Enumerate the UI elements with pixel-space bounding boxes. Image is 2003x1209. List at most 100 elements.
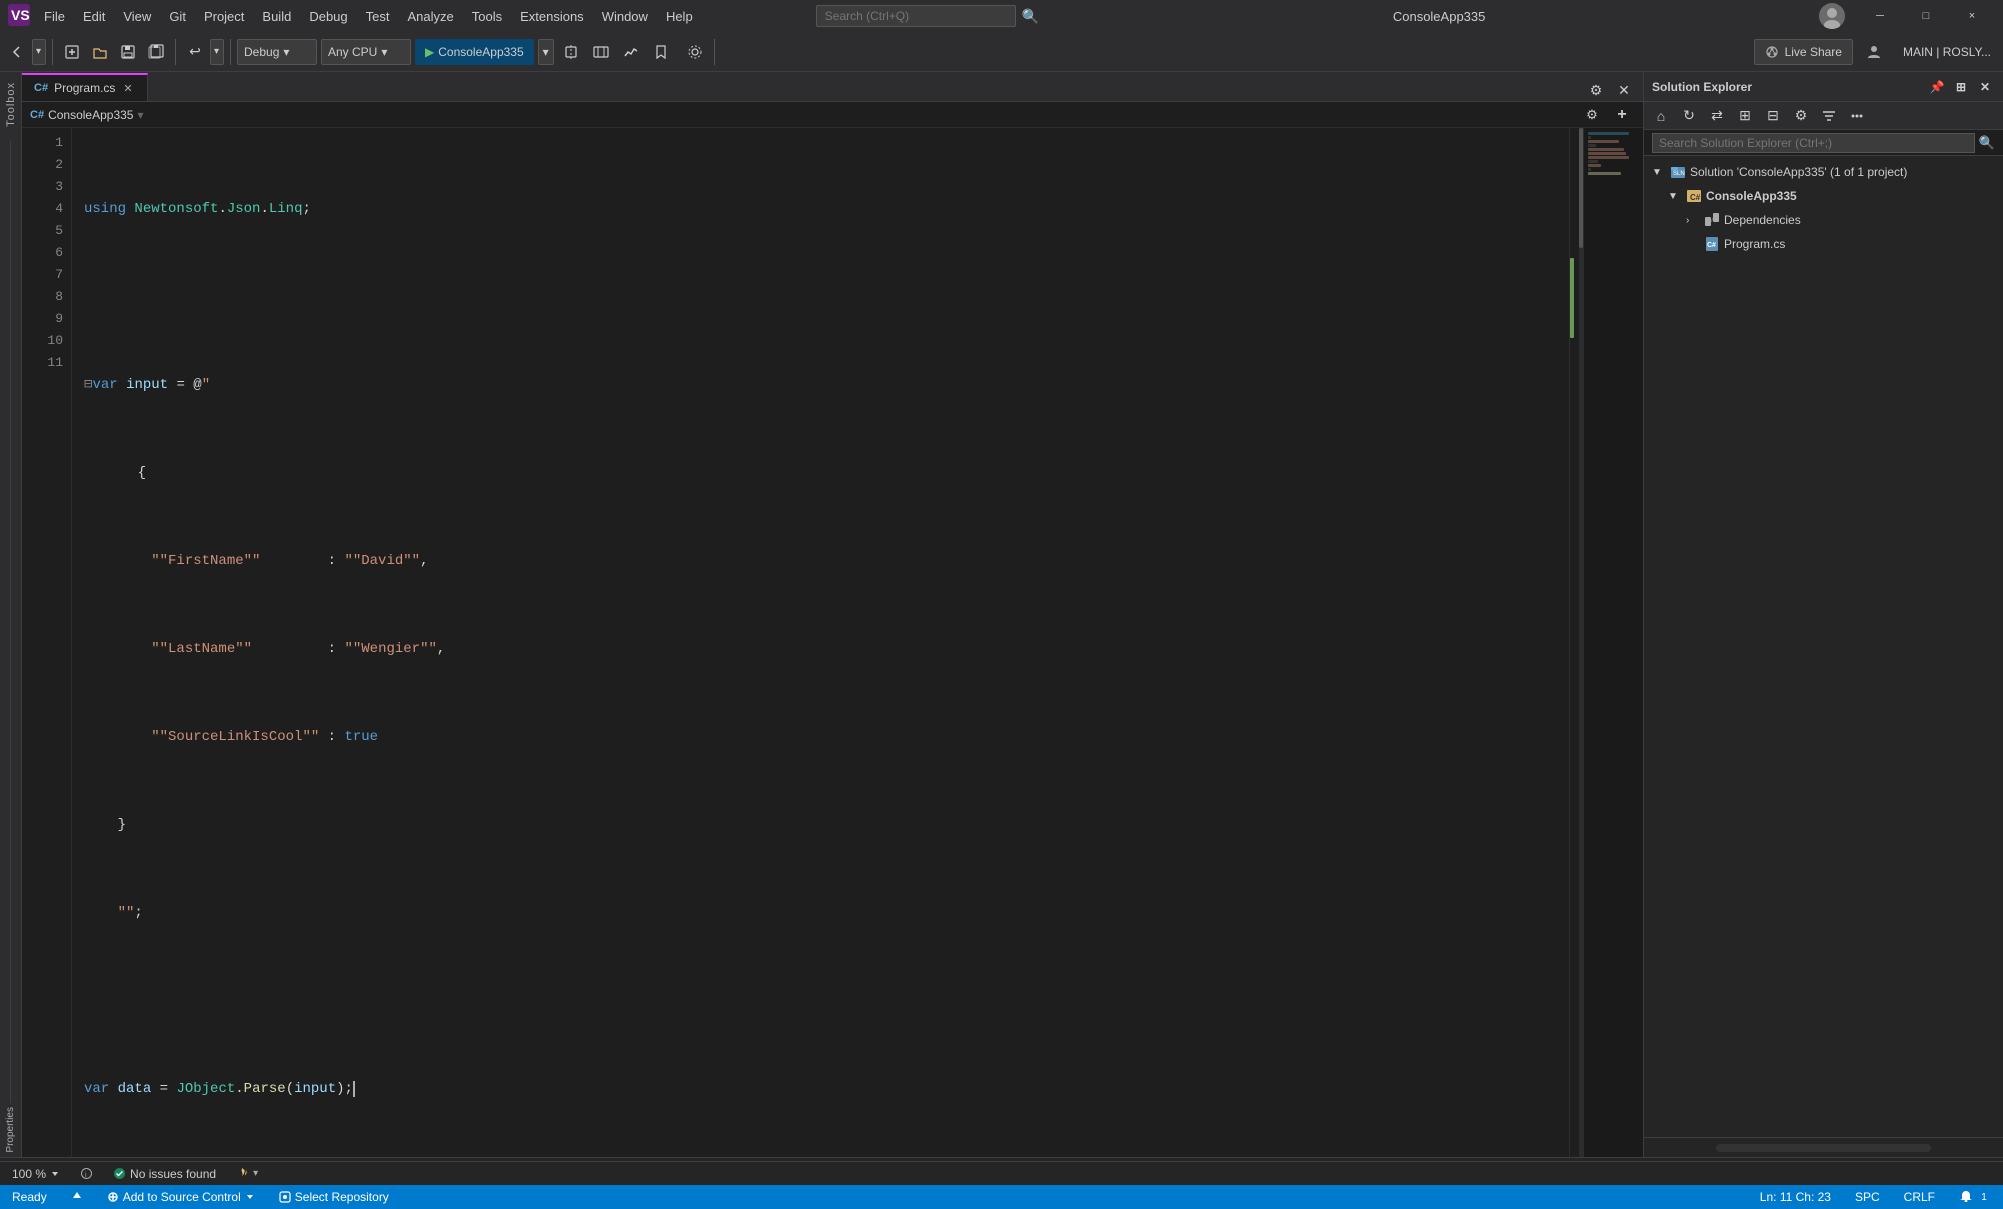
fire-button[interactable]: ▾ bbox=[232, 1165, 262, 1182]
run-dropdown[interactable]: ▾ bbox=[538, 39, 554, 65]
menu-build[interactable]: Build bbox=[254, 5, 299, 28]
save-all-button[interactable] bbox=[143, 39, 169, 65]
code-line-5: ""FirstName"" : ""David"", bbox=[84, 550, 1569, 572]
live-share-button[interactable]: Live Share bbox=[1754, 39, 1853, 65]
no-issues-indicator[interactable]: No issues found bbox=[109, 1165, 220, 1183]
toolbox-label[interactable]: Toolbox bbox=[5, 76, 17, 133]
code-content[interactable]: using Newtonsoft.Json.Linq; ⊟ var input … bbox=[72, 128, 1569, 1157]
line-num-7[interactable]: 7 bbox=[22, 264, 63, 286]
new-project-button[interactable] bbox=[59, 39, 85, 65]
undo-button[interactable]: ↩ bbox=[182, 39, 208, 65]
source-control-up-icon[interactable] bbox=[67, 1185, 87, 1209]
tab-close-all-button[interactable]: ✕ bbox=[1611, 79, 1637, 101]
code-line-8: } bbox=[84, 814, 1569, 836]
se-programcs-node[interactable]: C# Program.cs bbox=[1644, 232, 2003, 256]
undo-toolbar-group: ↩ ▾ bbox=[182, 39, 231, 65]
code-line-1: using Newtonsoft.Json.Linq; bbox=[84, 198, 1569, 220]
menu-window[interactable]: Window bbox=[594, 5, 656, 28]
zoom-dropdown-icon bbox=[50, 1169, 60, 1179]
menu-test[interactable]: Test bbox=[358, 5, 398, 28]
main-layout: Toolbox Properties C# Program.cs ✕ ⚙ ✕ C… bbox=[0, 72, 2003, 1157]
save-button[interactable] bbox=[115, 39, 141, 65]
bookmarks-button[interactable] bbox=[648, 39, 674, 65]
se-home-button[interactable]: ⌂ bbox=[1648, 103, 1674, 129]
perf-button[interactable] bbox=[618, 39, 644, 65]
line-num-11[interactable]: 11 bbox=[22, 352, 63, 374]
platform-dropdown[interactable]: Any CPU ▾ bbox=[321, 39, 411, 65]
menu-analyze[interactable]: Analyze bbox=[399, 5, 461, 28]
program-cs-tab[interactable]: C# Program.cs ✕ bbox=[22, 73, 148, 101]
line-num-10[interactable]: 10 bbox=[22, 330, 63, 352]
attach-button[interactable] bbox=[558, 39, 584, 65]
user-avatar[interactable] bbox=[1819, 3, 1845, 29]
open-project-button[interactable] bbox=[87, 39, 113, 65]
code-line-9: ""; bbox=[84, 902, 1569, 924]
menu-edit[interactable]: Edit bbox=[75, 5, 113, 28]
encoding-indicator[interactable]: SPC bbox=[1851, 1185, 1884, 1209]
line-col-indicator[interactable]: Ln: 11 Ch: 23 bbox=[1756, 1185, 1835, 1209]
collapse-arrow-3[interactable]: ⊟ bbox=[84, 374, 92, 396]
menu-extensions[interactable]: Extensions bbox=[512, 5, 592, 28]
se-close-button[interactable]: ✕ bbox=[1975, 77, 1995, 97]
menu-view[interactable]: View bbox=[115, 5, 159, 28]
title-search-input[interactable] bbox=[816, 5, 1016, 27]
breadcrumb-add-button[interactable]: + bbox=[1609, 102, 1635, 128]
se-search-input[interactable] bbox=[1652, 133, 1975, 153]
debug-config-dropdown[interactable]: Debug ▾ bbox=[237, 39, 317, 65]
se-sync-button[interactable]: ⇄ bbox=[1704, 103, 1730, 129]
se-expand-all-button[interactable]: ⊞ bbox=[1732, 103, 1758, 129]
se-solution-node[interactable]: ▼ SLN Solution 'ConsoleApp335' (1 of 1 p… bbox=[1644, 160, 2003, 184]
add-to-source-control-button[interactable]: Add to Source Control bbox=[103, 1185, 259, 1209]
se-collapse-all-button[interactable]: ⊟ bbox=[1760, 103, 1786, 129]
search-icon: 🔍 bbox=[1022, 8, 1039, 25]
menu-debug[interactable]: Debug bbox=[301, 5, 355, 28]
notifications-button[interactable]: 1 bbox=[1955, 1185, 1995, 1209]
menu-file[interactable]: File bbox=[36, 5, 73, 28]
properties-label[interactable]: Properties bbox=[5, 1103, 16, 1157]
se-expand-button[interactable]: ⊞ bbox=[1951, 77, 1971, 97]
undo-dropdown[interactable]: ▾ bbox=[210, 39, 224, 65]
se-filter-button[interactable] bbox=[1816, 103, 1842, 129]
se-more-button[interactable] bbox=[1844, 103, 1870, 129]
menu-git[interactable]: Git bbox=[161, 5, 194, 28]
line-num-6[interactable]: 6 bbox=[22, 242, 63, 264]
se-project-node[interactable]: ▼ C# ConsoleApp335 bbox=[1644, 184, 2003, 208]
close-button[interactable]: × bbox=[1949, 0, 1995, 32]
people-icon[interactable] bbox=[1861, 39, 1887, 65]
back-dropdown[interactable]: ▾ bbox=[32, 39, 46, 65]
se-settings-button[interactable]: ⚙ bbox=[1788, 103, 1814, 129]
breadcrumb-settings-button[interactable]: ⚙ bbox=[1579, 102, 1605, 128]
line-num-9[interactable]: 9 bbox=[22, 308, 63, 330]
minimize-button[interactable]: ─ bbox=[1857, 0, 1903, 32]
nav-toolbar-group: ▾ bbox=[4, 39, 53, 65]
editor-scrollbar[interactable] bbox=[1569, 128, 1583, 1157]
spc-label: SPC bbox=[1855, 1190, 1880, 1204]
eol-indicator[interactable]: CRLF bbox=[1900, 1185, 1939, 1209]
line-num-2[interactable]: 2 bbox=[22, 154, 63, 176]
se-pin-button[interactable]: 📌 bbox=[1927, 77, 1947, 97]
tab-close-button[interactable]: ✕ bbox=[121, 81, 134, 96]
ready-status[interactable]: Ready bbox=[8, 1185, 51, 1209]
line-num-4[interactable]: 4 bbox=[22, 198, 63, 220]
line-num-5[interactable]: 5 bbox=[22, 220, 63, 242]
line-num-8[interactable]: 8 bbox=[22, 286, 63, 308]
device-button[interactable] bbox=[588, 39, 614, 65]
select-repository-button[interactable]: Select Repository bbox=[275, 1185, 393, 1209]
svg-text:C#: C# bbox=[1707, 242, 1716, 249]
menu-tools[interactable]: Tools bbox=[464, 5, 510, 28]
se-scrollbar[interactable] bbox=[1716, 1144, 1931, 1152]
se-header-icons: 📌 ⊞ ✕ bbox=[1927, 77, 1995, 97]
line-num-3[interactable]: 3 bbox=[22, 176, 63, 198]
run-button[interactable]: ▶ ConsoleApp335 bbox=[415, 39, 534, 65]
se-refresh-button[interactable]: ↻ bbox=[1676, 103, 1702, 129]
line-num-1[interactable]: 1 bbox=[22, 132, 63, 154]
tab-settings-button[interactable]: ⚙ bbox=[1583, 79, 1609, 101]
breadcrumb-project[interactable]: ConsoleApp335 bbox=[48, 108, 133, 122]
zoom-indicator[interactable]: 100 % bbox=[8, 1165, 64, 1183]
menu-help[interactable]: Help bbox=[658, 5, 701, 28]
se-dependencies-node[interactable]: › Dependencies bbox=[1644, 208, 2003, 232]
menu-project[interactable]: Project bbox=[196, 5, 252, 28]
back-button[interactable] bbox=[4, 39, 30, 65]
hover-info-button[interactable]: i bbox=[76, 1165, 97, 1182]
maximize-button[interactable]: □ bbox=[1903, 0, 1949, 32]
